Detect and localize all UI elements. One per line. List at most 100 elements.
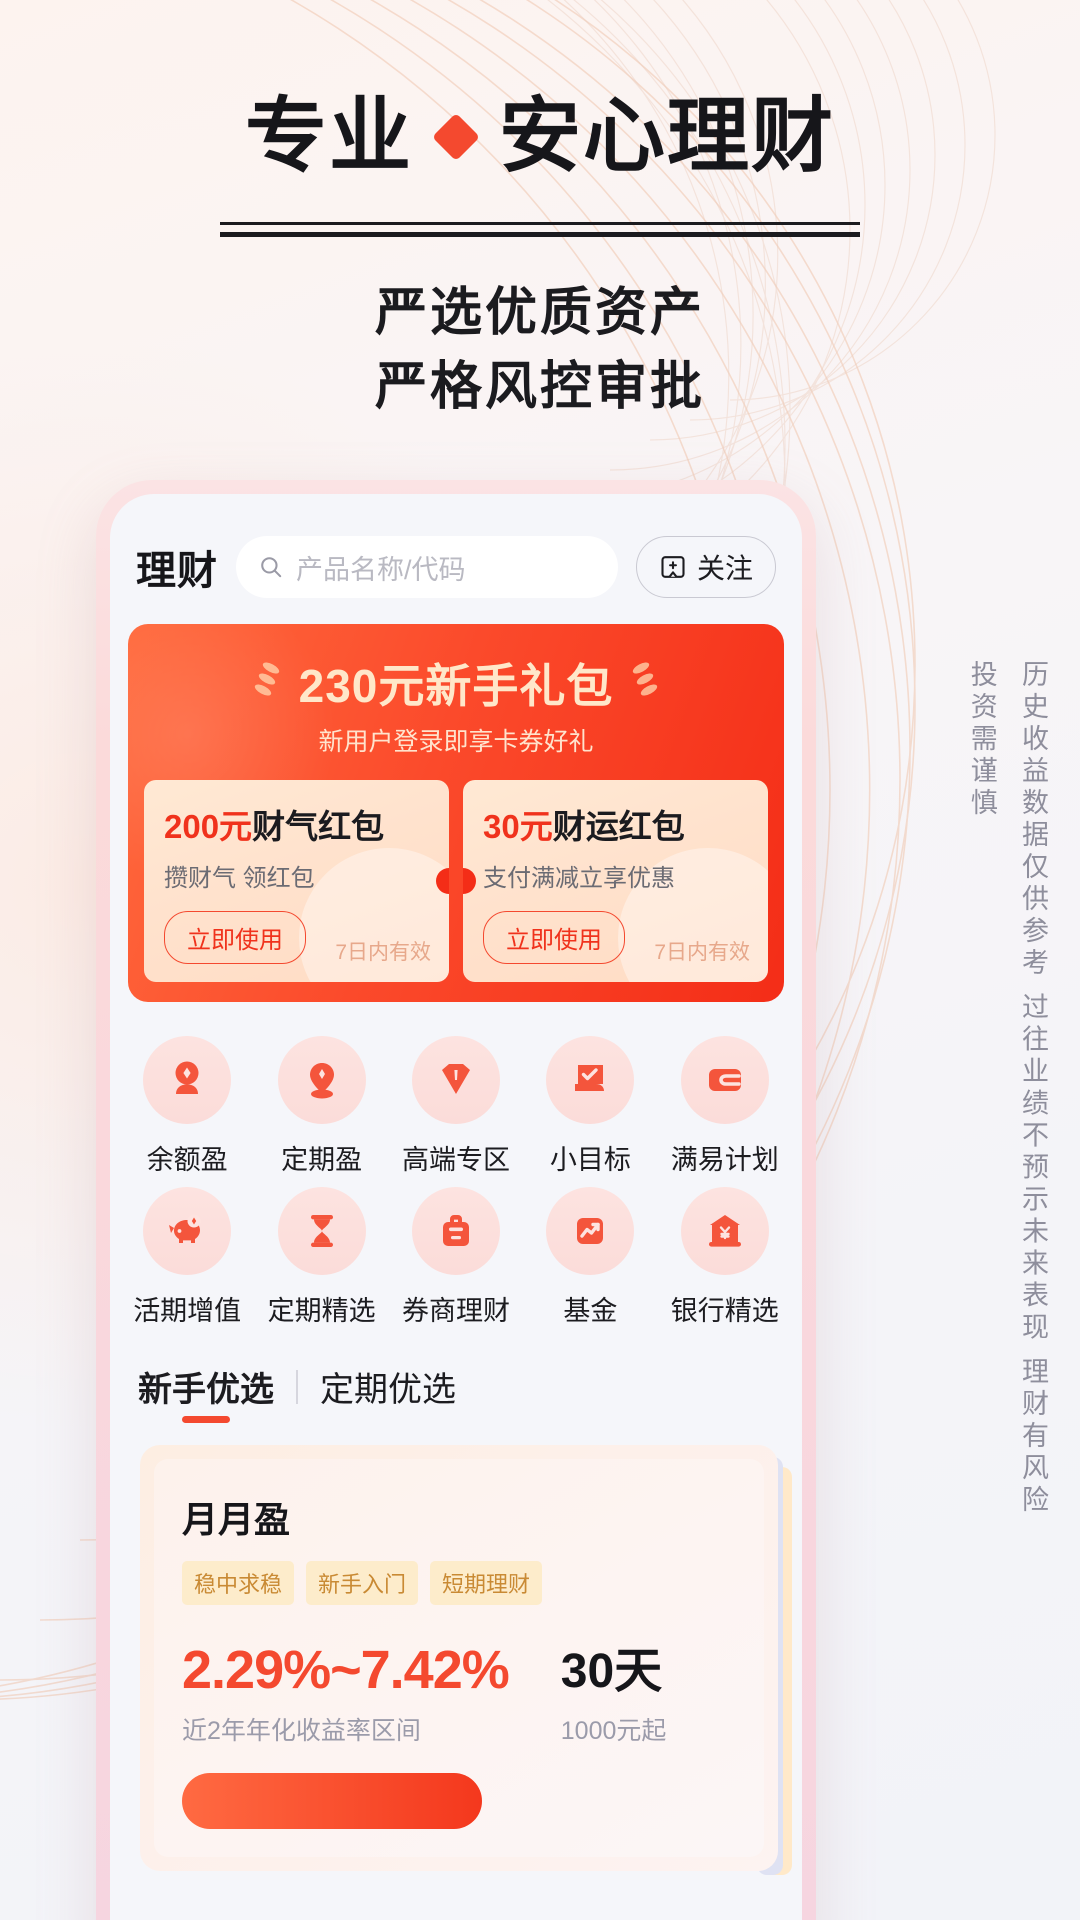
gift-banner[interactable]: 230元新手礼包 新用户登录即享卡券好礼 200元财气红包 攒财气 领红包 立即… — [128, 624, 784, 1002]
app-header: 理财 产品名称/代码 关注 — [110, 494, 802, 618]
wallet-icon — [708, 1069, 741, 1091]
pin-coin-icon — [309, 1063, 334, 1099]
coupon-notch — [463, 868, 476, 894]
product-tabs: 新手优选 定期优选 — [110, 1334, 802, 1423]
hero-divider — [220, 222, 860, 237]
badge — [680, 1187, 769, 1275]
hourglass-icon — [310, 1215, 333, 1247]
coupon-use-button[interactable]: 立即使用 — [483, 911, 625, 964]
coupon-notch — [436, 868, 449, 894]
grid-item-label: 券商理财 — [401, 1296, 510, 1326]
piggy-bank-icon — [169, 1214, 201, 1243]
coupon-validity: 7日内有效 — [654, 941, 750, 964]
balance-coin-icon — [175, 1061, 199, 1094]
coupon-name: 财气红包 — [252, 808, 385, 845]
grid-item-fund[interactable]: 基金 — [523, 1187, 657, 1328]
badge — [277, 1036, 366, 1124]
coupon-list: 200元财气红包 攒财气 领红包 立即使用 7日内有效 30元财运红包 支付满减… — [144, 780, 768, 982]
gift-subtitle: 新用户登录即享卡券好礼 — [318, 728, 594, 756]
tab-fixed-picks[interactable]: 定期优选 — [320, 1362, 456, 1423]
product-tag: 稳中求稳 — [182, 1561, 295, 1605]
chart-up-icon — [577, 1218, 604, 1244]
product-tag: 短期理财 — [430, 1561, 543, 1605]
grid-item-label: 高端专区 — [401, 1145, 510, 1175]
coupon-amount: 30元 — [483, 808, 553, 845]
search-placeholder: 产品名称/代码 — [296, 554, 466, 585]
laurel-right-icon — [633, 662, 658, 696]
disclaimer-text: 历史收益数据仅供参考 过往业绩不预示未来表现 理财有风险 投资需谨慎 — [966, 660, 1048, 1518]
product-buy-button[interactable] — [182, 1773, 482, 1829]
product-tag: 新手入门 — [306, 1561, 419, 1605]
follow-button[interactable]: 关注 — [635, 536, 776, 598]
grid-item-label: 定期精选 — [267, 1296, 376, 1326]
coupon-desc: 支付满减立享优惠 — [483, 865, 675, 892]
laurel-left-icon — [254, 662, 279, 696]
coupon-desc: 攒财气 领红包 — [164, 865, 315, 892]
category-grid: 余额盈 定期盈 高端专区 小目标 满易计划 活期增值 定期精选 券商理财 基金 … — [110, 1002, 802, 1334]
grid-item-goal[interactable]: 小目标 — [523, 1036, 657, 1177]
hero-title-row: 专业 安心理财 — [0, 96, 1080, 178]
grid-item-broker[interactable]: 券商理财 — [389, 1187, 523, 1328]
product-rate-note: 近2年年化收益率区间 — [182, 1717, 421, 1745]
coupon-use-button[interactable]: 立即使用 — [164, 911, 306, 964]
tab-newbie-picks[interactable]: 新手优选 — [138, 1362, 274, 1423]
hero-title-right: 安心理财 — [499, 91, 836, 182]
flag-check-icon — [575, 1065, 605, 1091]
product-card[interactable]: 月月盈 稳中求稳 新手入门 短期理财 2.29%~7.42% 近2年年化收益率区… — [140, 1445, 778, 1871]
follow-label: 关注 — [696, 553, 753, 584]
coupon-card[interactable]: 200元财气红包 攒财气 领红包 立即使用 7日内有效 — [144, 780, 449, 982]
grid-item-label: 小目标 — [549, 1145, 631, 1175]
hero-subtitle: 严选优质资产 严格风控审批 — [0, 277, 1080, 425]
badge — [277, 1187, 366, 1275]
badge — [143, 1187, 232, 1275]
hero-subtitle-line-1: 严选优质资产 — [374, 285, 705, 342]
hero-subtitle-line-2: 严格风控审批 — [374, 358, 705, 416]
grid-item-label: 余额盈 — [146, 1145, 228, 1175]
grid-item-label: 基金 — [563, 1296, 618, 1326]
search-icon — [261, 557, 282, 578]
grid-item-label: 满易计划 — [670, 1145, 779, 1175]
grid-item-label: 活期增值 — [133, 1296, 242, 1326]
coupon-name: 财运红包 — [552, 808, 685, 845]
product-term: 30天 — [560, 1645, 663, 1698]
hero-headline: 专业 安心理财 严选优质资产 严格风控审批 — [0, 96, 1080, 425]
grid-item-plan[interactable]: 满易计划 — [658, 1036, 792, 1177]
product-figures: 2.29%~7.42% 近2年年化收益率区间 30天 1000元起 — [182, 1631, 736, 1747]
grid-item-label: 定期盈 — [281, 1145, 363, 1175]
search-input[interactable]: 产品名称/代码 — [236, 536, 618, 598]
coupon-card[interactable]: 30元财运红包 支付满减立享优惠 立即使用 7日内有效 — [463, 780, 768, 982]
badge — [411, 1187, 500, 1275]
badge — [680, 1036, 769, 1124]
product-card-stack: 月月盈 稳中求稳 新手入门 短期理财 2.29%~7.42% 近2年年化收益率区… — [140, 1445, 792, 1875]
badge — [546, 1187, 635, 1275]
grid-item-premium[interactable]: 高端专区 — [389, 1036, 523, 1177]
grid-item-fixed-term[interactable]: 定期盈 — [254, 1036, 388, 1177]
product-name: 月月盈 — [182, 1499, 291, 1540]
phone-mockup: 理财 产品名称/代码 关注 230元新手礼包 新用户登录即享卡券好礼 200元财… — [96, 480, 816, 1920]
grid-item-label: 银行精选 — [670, 1296, 779, 1326]
coupon-title: 30元财运红包 — [483, 800, 748, 848]
grid-item-fixed-select[interactable]: 定期精选 — [254, 1187, 388, 1328]
hero-divider-thick — [220, 232, 860, 237]
gift-title-row: 230元新手礼包 — [144, 650, 768, 716]
briefcase-icon — [442, 1215, 469, 1246]
badge — [546, 1036, 635, 1124]
badge — [411, 1036, 500, 1124]
tab-divider — [296, 1369, 298, 1404]
grid-item-bank-select[interactable]: 银行精选 — [658, 1187, 792, 1328]
bookmark-add-icon — [661, 556, 685, 578]
product-card-inner: 月月盈 稳中求稳 新手入门 短期理财 2.29%~7.42% 近2年年化收益率区… — [154, 1459, 764, 1857]
app-screen: 理财 产品名称/代码 关注 230元新手礼包 新用户登录即享卡券好礼 200元财… — [110, 494, 802, 1920]
grid-item-balance[interactable]: 余额盈 — [120, 1036, 254, 1177]
bank-yuan-icon — [708, 1215, 741, 1247]
coupon-amount: 200元 — [164, 808, 253, 845]
diamond-icon — [431, 112, 481, 162]
grid-item-current-growth[interactable]: 活期增值 — [120, 1187, 254, 1328]
product-term-block: 30天 1000元起 — [561, 1631, 667, 1747]
product-rate: 2.29%~7.42% — [182, 1640, 510, 1700]
gift-title: 230元新手礼包 — [298, 660, 614, 712]
page-title: 理财 — [136, 549, 218, 593]
badge — [143, 1036, 232, 1124]
coupon-title: 200元财气红包 — [164, 800, 429, 848]
product-tags: 稳中求稳 新手入门 短期理财 — [182, 1561, 736, 1605]
